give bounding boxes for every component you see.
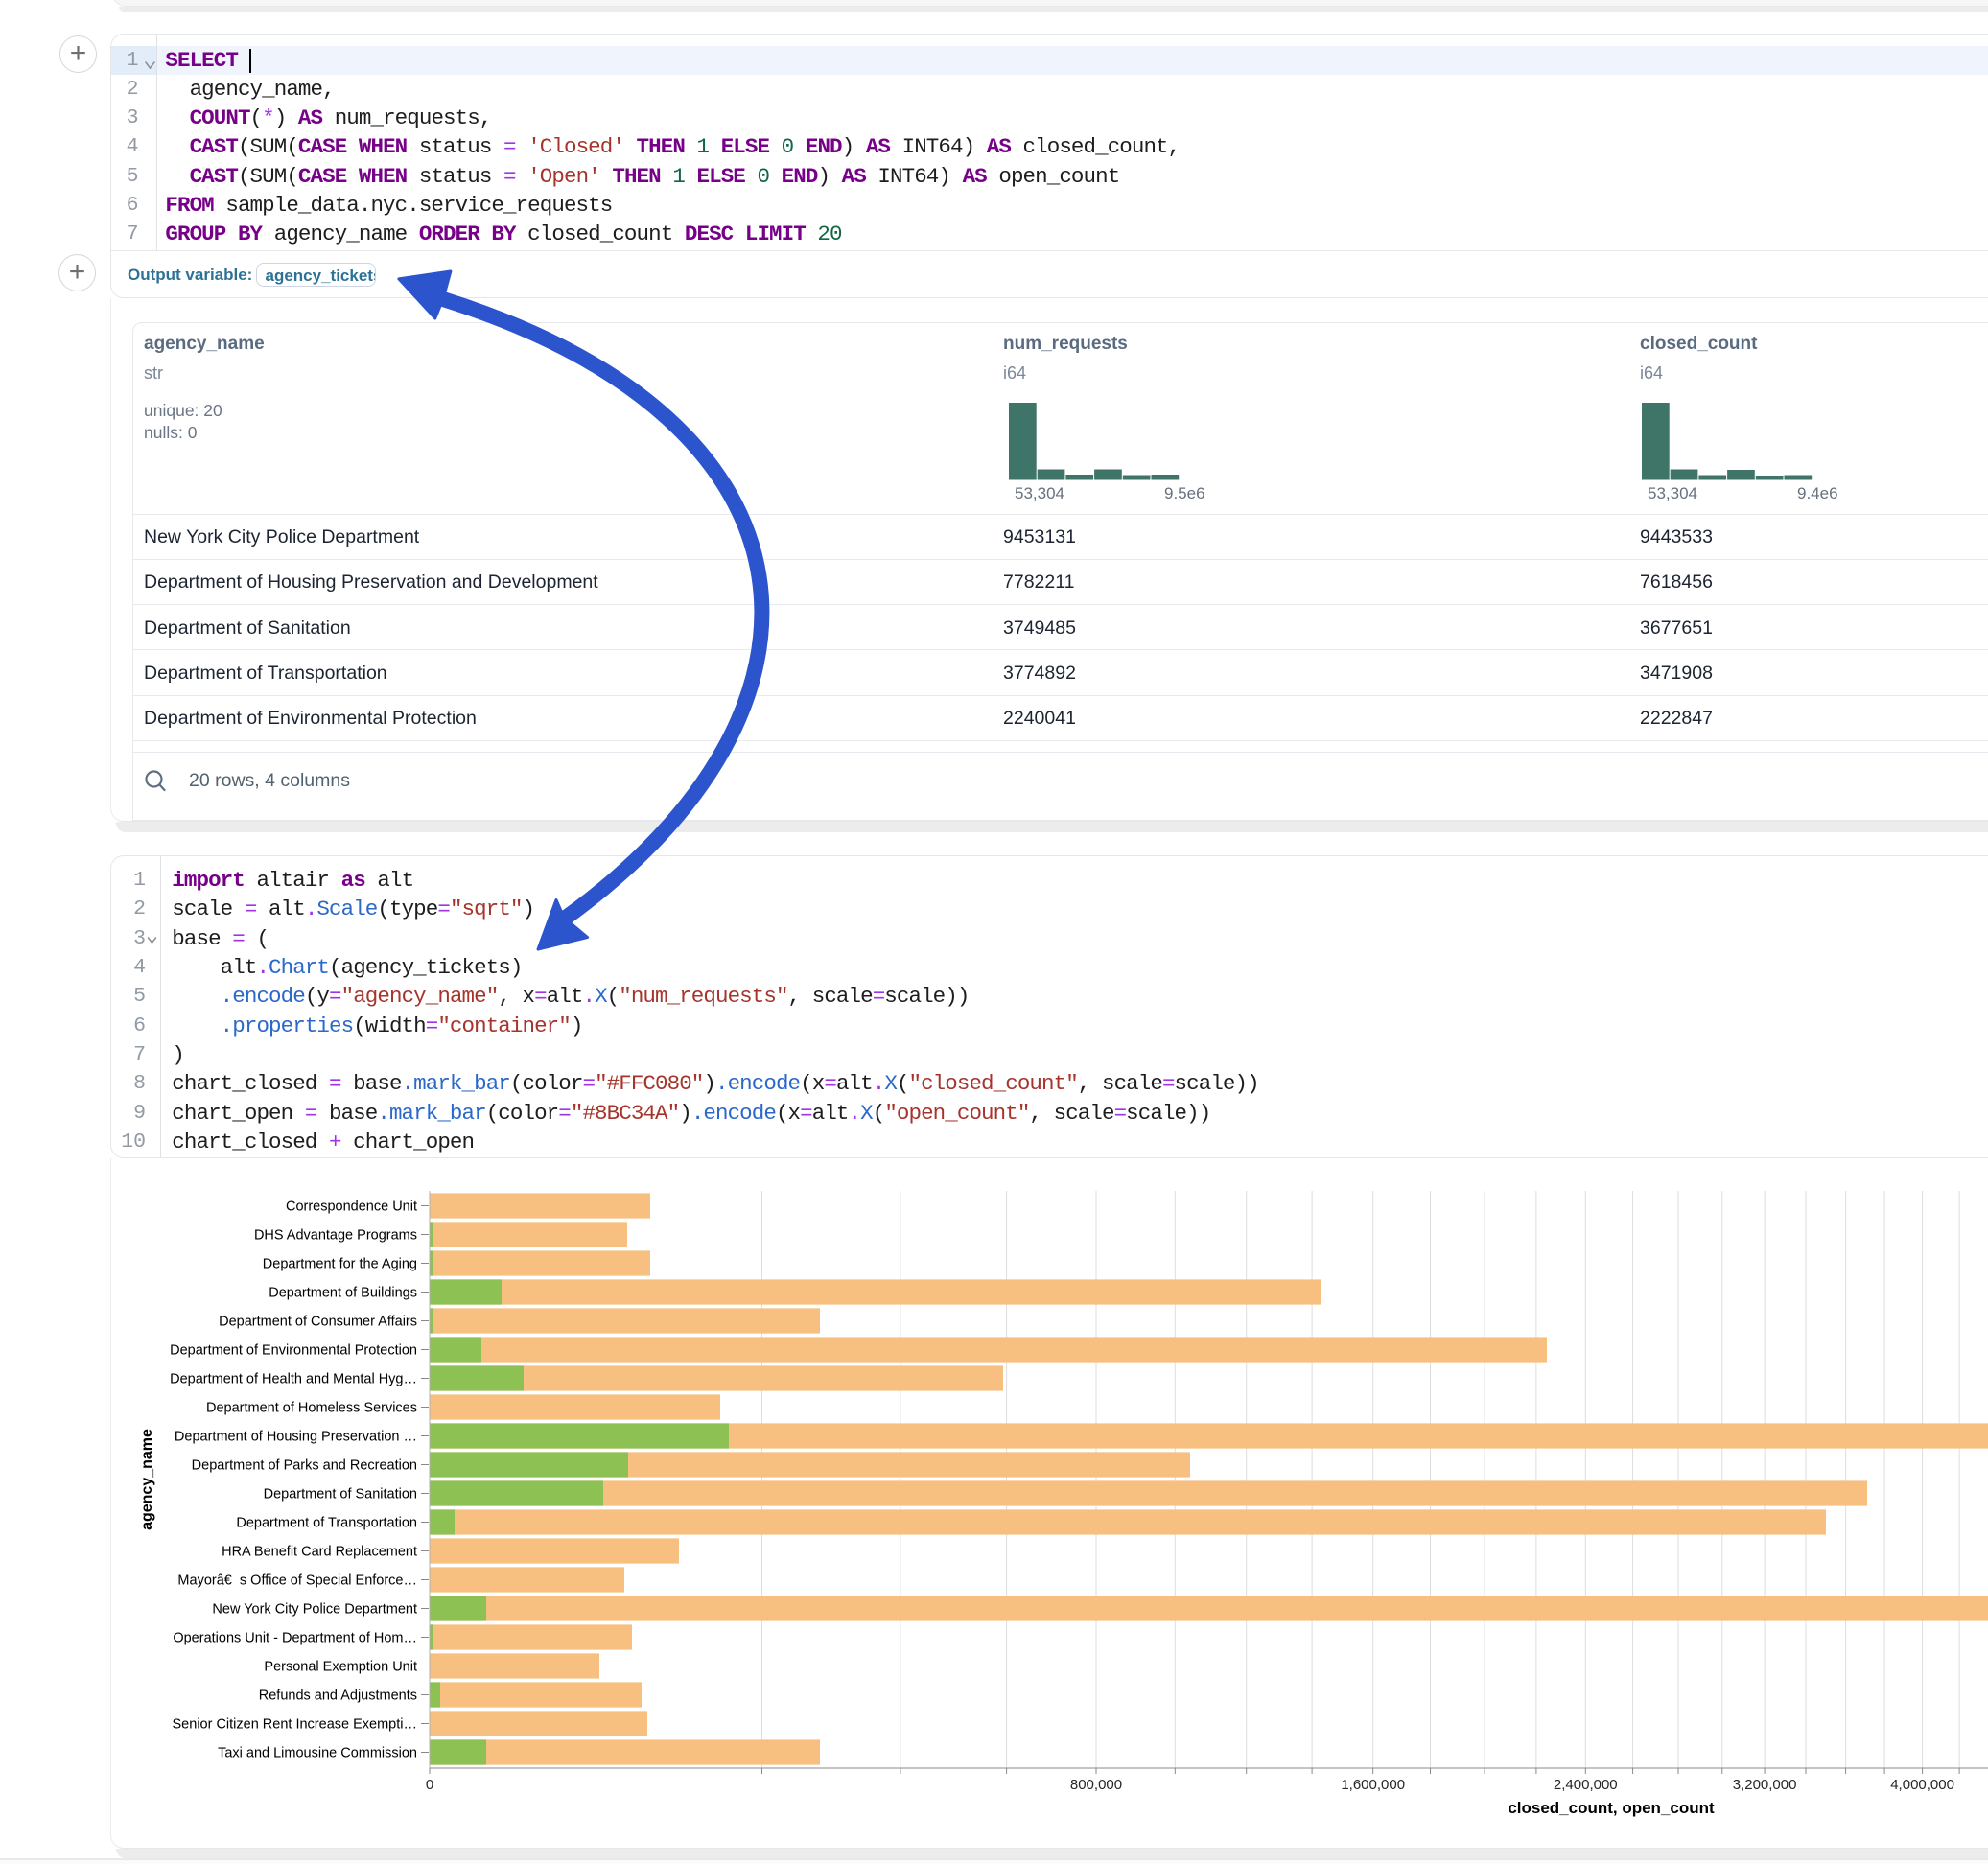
svg-text:Department of Housing Preserva: Department of Housing Preservation … xyxy=(175,1430,417,1445)
svg-text:New York City Police Departmen: New York City Police Department xyxy=(212,1602,417,1618)
svg-text:Department of Parks and Recrea: Department of Parks and Recreation xyxy=(192,1458,417,1474)
svg-text:Senior Citizen Rent Increase E: Senior Citizen Rent Increase Exempti… xyxy=(173,1717,417,1733)
svg-text:4,000,000: 4,000,000 xyxy=(1890,1777,1954,1793)
svg-text:Personal Exemption Unit: Personal Exemption Unit xyxy=(264,1660,417,1675)
svg-text:Department of Environmental Pr: Department of Environmental Protection xyxy=(170,1343,417,1359)
svg-text:Refunds and Adjustments: Refunds and Adjustments xyxy=(259,1689,417,1704)
svg-text:Department for the Aging: Department for the Aging xyxy=(263,1257,417,1272)
svg-text:3,200,000: 3,200,000 xyxy=(1733,1777,1797,1793)
svg-text:DHS Advantage Programs: DHS Advantage Programs xyxy=(254,1228,417,1244)
svg-text:agency_name: agency_name xyxy=(139,1429,155,1530)
svg-text:0: 0 xyxy=(426,1777,433,1793)
svg-text:Department of Consumer Affairs: Department of Consumer Affairs xyxy=(219,1315,417,1330)
svg-text:800,000: 800,000 xyxy=(1070,1777,1122,1793)
svg-text:Correspondence Unit: Correspondence Unit xyxy=(286,1200,417,1215)
svg-text:Taxi and Limousine Commission: Taxi and Limousine Commission xyxy=(218,1746,417,1761)
svg-text:closed_count, open_count: closed_count, open_count xyxy=(1508,1799,1715,1817)
svg-text:Mayorâ€ s Office of Special E: Mayorâ€ s Office of Special Enforce… xyxy=(177,1573,417,1589)
svg-text:Operations Unit - Department o: Operations Unit - Department of Hom… xyxy=(173,1631,417,1646)
svg-text:Department of Transportation: Department of Transportation xyxy=(236,1516,417,1531)
svg-text:Department of Health and Menta: Department of Health and Mental Hyg… xyxy=(170,1372,417,1387)
svg-text:2,400,000: 2,400,000 xyxy=(1554,1777,1618,1793)
svg-text:Department of Homeless Service: Department of Homeless Services xyxy=(206,1401,417,1416)
svg-text:1,600,000: 1,600,000 xyxy=(1341,1777,1405,1793)
svg-text:Department of Buildings: Department of Buildings xyxy=(269,1286,417,1301)
svg-text:HRA Benefit Card Replacement: HRA Benefit Card Replacement xyxy=(222,1545,417,1560)
svg-text:Department of Sanitation: Department of Sanitation xyxy=(264,1487,417,1503)
